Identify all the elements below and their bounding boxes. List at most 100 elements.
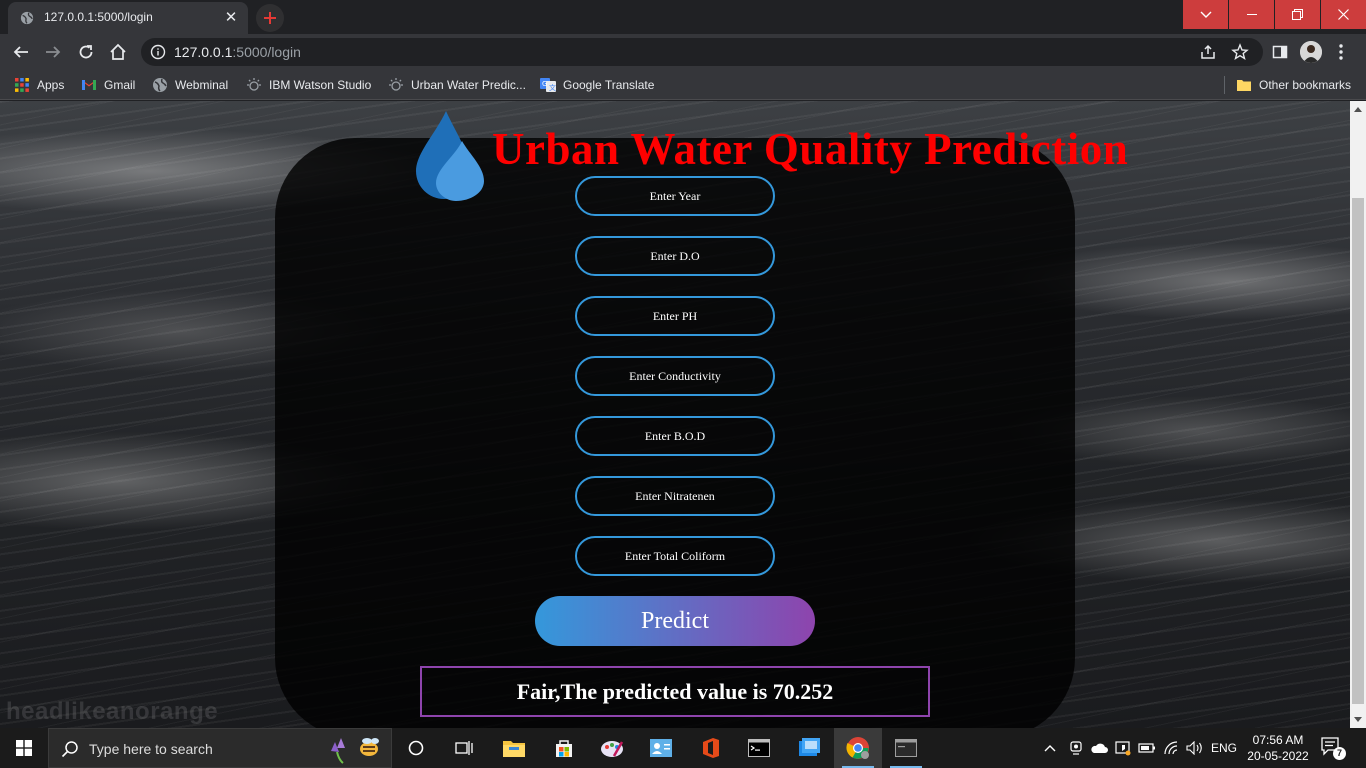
side-panel-button[interactable]	[1269, 41, 1291, 63]
onedrive-tray[interactable]	[1089, 728, 1109, 768]
command-prompt-button[interactable]	[735, 728, 783, 768]
predict-button[interactable]: Predict	[535, 596, 815, 646]
paint-app-button[interactable]	[588, 728, 636, 768]
bookmark-ibm-watson[interactable]: IBM Watson Studio	[246, 76, 371, 94]
share-icon[interactable]	[1199, 43, 1217, 61]
minimize-button[interactable]	[1229, 0, 1274, 29]
meet-now-tray[interactable]	[1066, 728, 1086, 768]
forward-button[interactable]	[40, 39, 66, 65]
start-button[interactable]	[0, 728, 48, 768]
menu-button[interactable]	[1330, 41, 1352, 63]
notification-count: 7	[1333, 747, 1346, 760]
do-input[interactable]	[575, 236, 775, 276]
input-language[interactable]: ENG	[1210, 728, 1238, 768]
info-icon[interactable]	[150, 44, 166, 60]
show-hidden-icons-button[interactable]	[1040, 728, 1060, 768]
scroll-up-button[interactable]	[1350, 101, 1366, 117]
year-input[interactable]	[575, 176, 775, 216]
office-button[interactable]	[687, 728, 735, 768]
back-button[interactable]	[8, 39, 34, 65]
conductivity-input[interactable]	[575, 356, 775, 396]
page-title: Urban Water Quality Prediction	[492, 124, 1129, 174]
side-panel-icon	[1272, 45, 1288, 59]
battery-icon	[1138, 743, 1155, 753]
desktop-app-button[interactable]	[785, 728, 833, 768]
new-tab-button[interactable]	[256, 4, 284, 32]
total-coliform-input[interactable]	[575, 536, 775, 576]
address-bar[interactable]: 127.0.0.1:5000/login	[141, 38, 1263, 66]
bookmark-google-translate[interactable]: G文 Google Translate	[540, 76, 654, 94]
bookmark-label: Google Translate	[563, 78, 655, 92]
svg-text:G: G	[542, 80, 547, 88]
scroll-down-button[interactable]	[1350, 712, 1366, 728]
taskbar-search[interactable]: Type here to search	[48, 728, 392, 768]
office-icon	[703, 738, 719, 758]
chevron-up-icon	[1044, 745, 1056, 752]
bookmarks-divider	[1224, 76, 1225, 94]
search-highlight-icon	[331, 738, 379, 764]
home-icon	[110, 43, 126, 60]
chrome-taskbar-button[interactable]	[834, 728, 882, 768]
contacts-app-button[interactable]	[637, 728, 685, 768]
watson-icon	[247, 78, 261, 91]
page-scrollbar[interactable]	[1350, 101, 1366, 728]
bookmark-label: Webminal	[175, 78, 229, 92]
task-view-icon	[455, 741, 473, 755]
globe-icon	[153, 78, 167, 92]
bod-input[interactable]	[575, 416, 775, 456]
close-window-button[interactable]	[1321, 0, 1366, 29]
plus-icon	[264, 12, 276, 24]
window-controls	[1182, 0, 1366, 29]
profile-avatar[interactable]	[1300, 41, 1322, 63]
browser-tab[interactable]: 127.0.0.1:5000/login ✕	[8, 2, 248, 34]
clock-time: 07:56 AM	[1252, 733, 1304, 747]
caret-down-icon	[1354, 717, 1362, 722]
security-tray[interactable]	[1113, 728, 1133, 768]
tab-close-icon[interactable]: ✕	[222, 9, 240, 27]
cortana-button[interactable]	[392, 728, 440, 768]
close-icon	[1338, 9, 1349, 20]
chevron-down-icon	[1200, 11, 1211, 18]
water-drop-icon	[416, 111, 484, 201]
ph-input[interactable]	[575, 296, 775, 336]
more-vert-icon	[1339, 44, 1343, 60]
wifi-tray[interactable]	[1162, 728, 1182, 768]
nitratenen-input[interactable]	[575, 476, 775, 516]
folder-icon	[1237, 80, 1251, 91]
bookmark-webminal[interactable]: Webminal	[152, 76, 228, 94]
bookmarks-bar: Apps Gmail Webminal IBM Watson Studio Ur…	[0, 70, 1366, 100]
other-bookmarks[interactable]: Other bookmarks	[1236, 76, 1351, 94]
reload-button[interactable]	[73, 39, 99, 65]
bookmark-apps[interactable]: Apps	[14, 76, 64, 94]
apps-grid-icon	[15, 78, 29, 92]
wifi-icon	[1164, 741, 1178, 755]
terminal-window-button[interactable]	[882, 728, 930, 768]
caret-up-icon	[1354, 107, 1362, 112]
clock[interactable]: 07:56 AM 20-05-2022	[1246, 732, 1310, 764]
file-explorer-button[interactable]	[490, 728, 538, 768]
store-icon	[556, 740, 572, 757]
volume-tray[interactable]	[1184, 728, 1206, 768]
microsoft-store-button[interactable]	[540, 728, 588, 768]
bookmark-gmail[interactable]: Gmail	[81, 76, 135, 94]
clock-date: 20-05-2022	[1247, 749, 1309, 763]
tab-search-button[interactable]	[1183, 0, 1228, 29]
speaker-icon	[1186, 741, 1202, 755]
search-icon	[61, 741, 78, 758]
taskbar: Type here to search ENG 07:56 AM 20-05-2…	[0, 728, 1366, 768]
restore-button[interactable]	[1275, 0, 1320, 29]
forward-arrow-icon	[46, 46, 61, 58]
task-view-button[interactable]	[440, 728, 488, 768]
home-button[interactable]	[105, 39, 131, 65]
url-path: :5000/login	[232, 44, 301, 60]
browser-toolbar: 127.0.0.1:5000/login	[0, 34, 1366, 70]
tab-strip: 127.0.0.1:5000/login ✕	[0, 0, 1366, 34]
notifications-button[interactable]: 7	[1320, 736, 1346, 760]
scrollbar-thumb[interactable]	[1352, 198, 1364, 704]
star-icon[interactable]	[1231, 43, 1249, 61]
battery-tray[interactable]	[1137, 728, 1157, 768]
other-bookmarks-label: Other bookmarks	[1259, 78, 1352, 92]
folder-icon	[503, 741, 525, 757]
bookmark-urban-water[interactable]: Urban Water Predic...	[388, 76, 526, 94]
watermark: headlikeanorange	[6, 698, 219, 725]
